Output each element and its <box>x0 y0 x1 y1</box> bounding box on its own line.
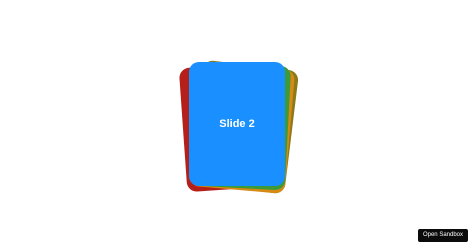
card-stack-stage: Slide 2 Open Sandbox <box>0 0 474 248</box>
slide-label: Slide 2 <box>219 118 255 130</box>
open-sandbox-button[interactable]: Open Sandbox <box>417 229 468 242</box>
slide-card-active[interactable]: Slide 2 <box>189 62 285 186</box>
